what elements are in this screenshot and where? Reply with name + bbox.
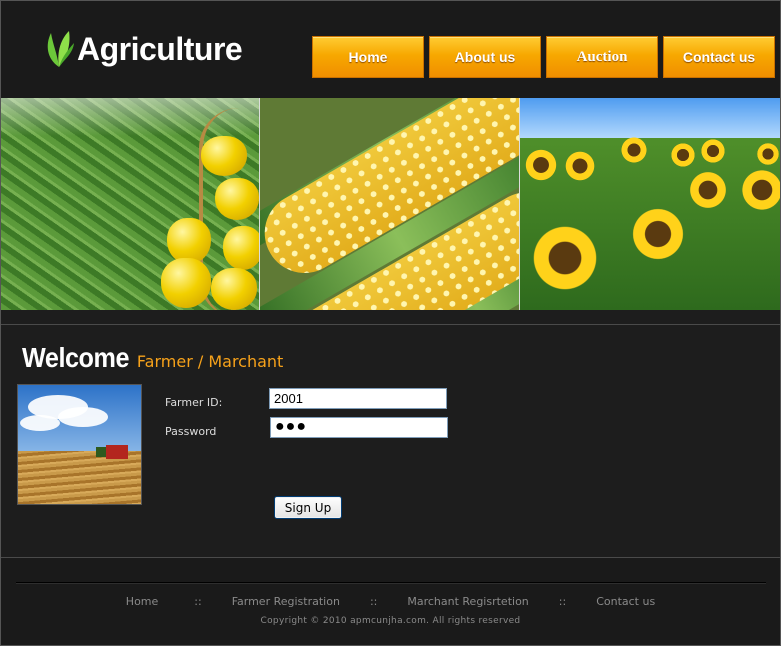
banner-image-vegetables <box>1 98 259 310</box>
footer-link-farmer-registration[interactable]: Farmer Registration <box>232 595 340 608</box>
harvest-photo <box>17 384 142 505</box>
brand-name: Agriculture <box>77 30 243 67</box>
welcome-title: Welcome <box>22 342 130 373</box>
footer-link-marchant-registration[interactable]: Marchant Regisrtetion <box>407 595 528 608</box>
copyright-text: Copyright © 2010 apmcunjha.com. All righ… <box>260 616 521 626</box>
banner-image-corn <box>259 98 520 310</box>
farmer-id-input[interactable]: 2001 <box>269 388 447 409</box>
footer-nav: Home :: Farmer Registration :: Marchant … <box>0 595 781 608</box>
footer-rule <box>16 582 766 583</box>
sign-up-button[interactable]: Sign Up <box>274 496 342 519</box>
hero-banner <box>1 98 780 310</box>
welcome-heading: Welcome Farmer / Marchant <box>22 342 283 374</box>
footer-separator: :: <box>194 595 202 608</box>
header: Agriculture Home About us Auction Contac… <box>1 1 780 98</box>
nav-home[interactable]: Home <box>312 36 424 78</box>
nav-auction[interactable]: Auction <box>546 36 658 78</box>
password-label: Password <box>165 425 217 438</box>
farmer-id-label: Farmer ID: <box>165 396 223 409</box>
password-input[interactable]: ●●● <box>270 417 448 438</box>
nav-about-us[interactable]: About us <box>429 36 541 78</box>
logo[interactable]: Agriculture <box>43 27 243 71</box>
main-nav: Home About us Auction Contact us <box>312 36 775 78</box>
footer-separator: :: <box>558 595 567 608</box>
nav-contact-us[interactable]: Contact us <box>663 36 775 78</box>
leaf-icon <box>47 31 74 67</box>
welcome-subtitle: Farmer / Marchant <box>136 352 284 371</box>
footer-link-home[interactable]: Home <box>126 595 158 608</box>
banner-image-sunflowers <box>520 98 780 310</box>
section-divider <box>1 324 780 325</box>
footer-separator: :: <box>369 595 378 608</box>
footer-link-contact-us[interactable]: Contact us <box>596 595 655 608</box>
